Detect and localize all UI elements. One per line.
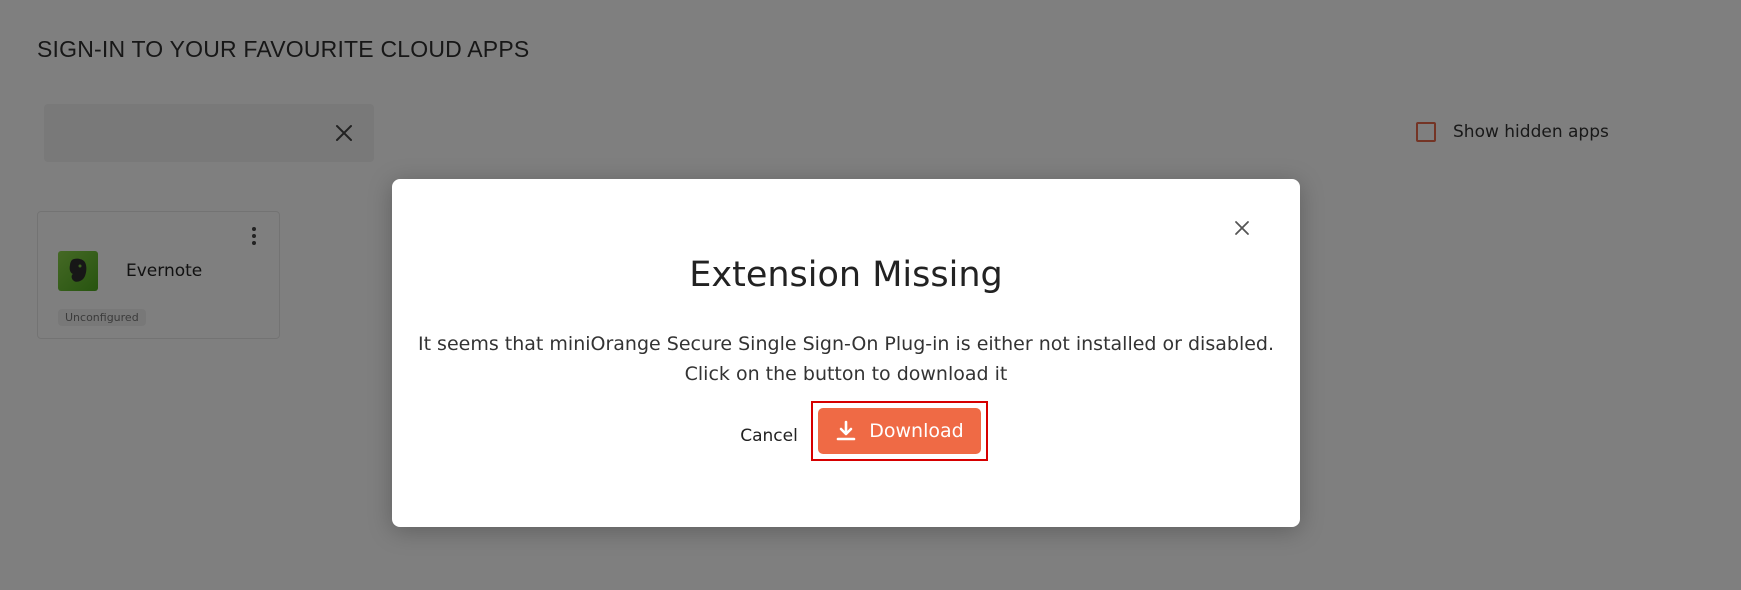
dialog-message: It seems that miniOrange Secure Single S…: [412, 329, 1280, 389]
dialog-title: Extension Missing: [689, 255, 1003, 295]
download-button[interactable]: Download: [818, 408, 981, 454]
dialog-close-button[interactable]: [1230, 216, 1254, 240]
dialog-message-line-1: It seems that miniOrange Secure Single S…: [417, 333, 1275, 355]
app-page: SIGN-IN TO YOUR FAVOURITE CLOUD APPS Sho…: [0, 0, 1741, 590]
dialog-message-line-2: Click on the button to download it: [684, 363, 1008, 385]
close-icon: [1235, 221, 1249, 235]
download-label: Download: [869, 420, 964, 442]
download-icon: [835, 420, 857, 442]
extension-missing-dialog: Extension Missing It seems that miniOran…: [392, 179, 1300, 527]
cancel-button[interactable]: Cancel: [712, 417, 826, 455]
